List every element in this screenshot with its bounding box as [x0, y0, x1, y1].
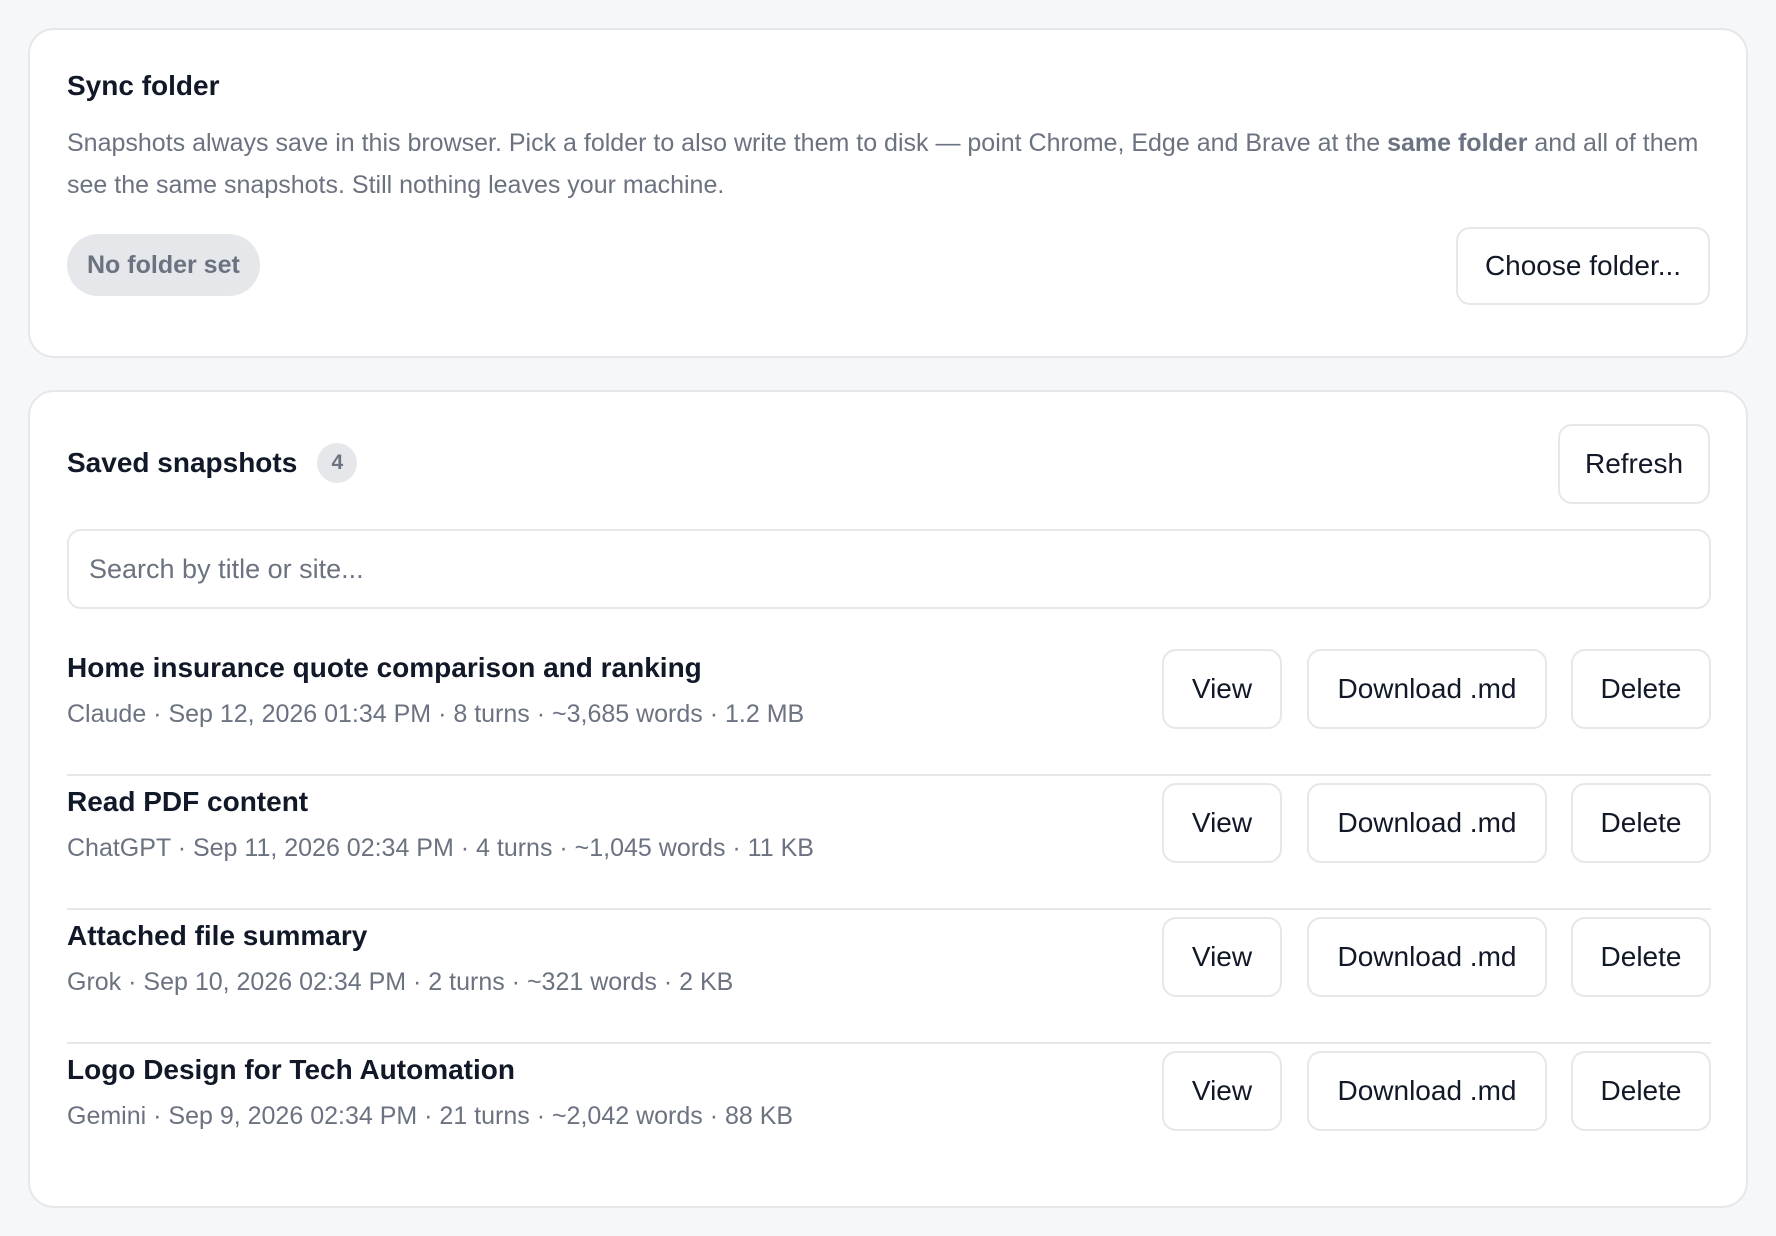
delete-button[interactable]: Delete — [1571, 1051, 1711, 1131]
snapshot-meta: ChatGPT · Sep 11, 2026 02:34 PM · 4 turn… — [67, 834, 814, 862]
sync-folder-card: Sync folder Snapshots always save in thi… — [28, 28, 1748, 358]
sync-desc-text: Snapshots always save in this browser. P… — [67, 129, 1388, 157]
snapshot-row: Attached file summary Grok · Sep 10, 202… — [67, 910, 1711, 1044]
view-button[interactable]: View — [1162, 649, 1282, 729]
folder-status-badge: No folder set — [67, 234, 260, 296]
search-input[interactable] — [67, 529, 1711, 609]
saved-snapshots-card: Saved snapshots 4 Refresh Home insurance… — [28, 390, 1748, 1208]
view-button[interactable]: View — [1162, 917, 1282, 997]
delete-button[interactable]: Delete — [1571, 917, 1711, 997]
delete-button[interactable]: Delete — [1571, 649, 1711, 729]
refresh-button[interactable]: Refresh — [1558, 424, 1710, 504]
snapshot-title: Attached file summary — [67, 920, 368, 951]
snapshot-row: Logo Design for Tech Automation Gemini ·… — [67, 1044, 1711, 1178]
snapshot-row: Home insurance quote comparison and rank… — [67, 642, 1711, 776]
snapshot-list: Home insurance quote comparison and rank… — [67, 642, 1711, 1178]
snapshot-meta: Claude · Sep 12, 2026 01:34 PM · 8 turns… — [67, 700, 805, 728]
download-md-button[interactable]: Download .md — [1307, 649, 1547, 729]
snapshot-title: Read PDF content — [67, 786, 309, 817]
download-md-button[interactable]: Download .md — [1307, 917, 1547, 997]
snapshot-row: Read PDF content ChatGPT · Sep 11, 2026 … — [67, 776, 1711, 910]
saved-snapshots-header: Saved snapshots 4 — [67, 442, 358, 484]
saved-snapshots-title: Saved snapshots — [67, 447, 298, 478]
snapshot-title: Home insurance quote comparison and rank… — [67, 652, 702, 683]
snapshot-title: Logo Design for Tech Automation — [67, 1054, 515, 1085]
choose-folder-button[interactable]: Choose folder... — [1456, 227, 1710, 305]
sync-desc-emphasis: same folder — [1387, 129, 1528, 157]
snapshot-count-badge: 4 — [317, 443, 358, 483]
download-md-button[interactable]: Download .md — [1307, 1051, 1547, 1131]
view-button[interactable]: View — [1162, 783, 1282, 863]
snapshot-meta: Gemini · Sep 9, 2026 02:34 PM · 21 turns… — [67, 1102, 794, 1130]
sync-folder-description: Snapshots always save in this browser. P… — [67, 122, 1717, 206]
download-md-button[interactable]: Download .md — [1307, 783, 1547, 863]
snapshot-meta: Grok · Sep 10, 2026 02:34 PM · 2 turns ·… — [67, 968, 734, 996]
delete-button[interactable]: Delete — [1571, 783, 1711, 863]
sync-folder-title: Sync folder — [67, 70, 220, 101]
view-button[interactable]: View — [1162, 1051, 1282, 1131]
